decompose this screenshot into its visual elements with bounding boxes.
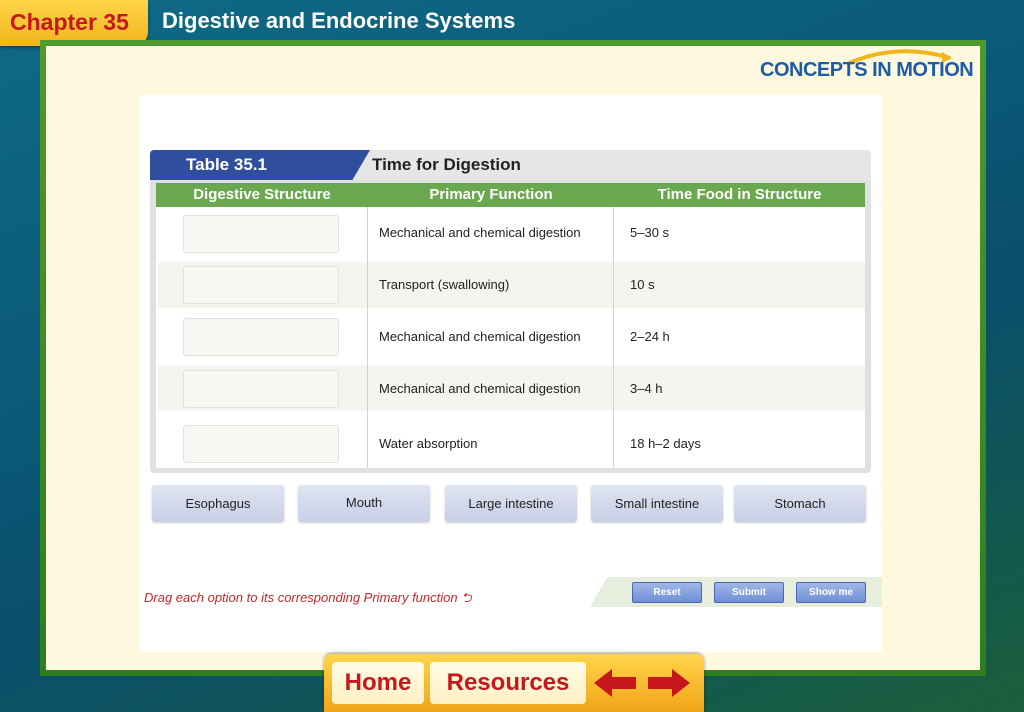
show-me-button[interactable]: Show me	[796, 582, 866, 603]
table-number-tab: Table 35.1	[150, 150, 370, 180]
drop-slot-2[interactable]	[183, 266, 339, 304]
option-mouth[interactable]: Mouth	[298, 485, 430, 522]
drop-slot-1[interactable]	[183, 215, 339, 253]
instruction-label: Drag each option to its corresponding Pr…	[144, 590, 458, 605]
table-cell-time: 2–24 h	[630, 329, 670, 344]
table-cell-function: Mechanical and chemical digestion	[379, 329, 581, 344]
logo-text: CONCEPTS IN MOTION	[760, 59, 974, 81]
forward-arrow-icon[interactable]	[646, 666, 692, 700]
submit-button[interactable]: Submit	[714, 582, 784, 603]
chapter-label: Chapter 35	[10, 9, 129, 35]
table-cell-function: Mechanical and chemical digestion	[379, 381, 581, 396]
page-title: Digestive and Endocrine Systems	[162, 8, 516, 33]
table-number: Table 35.1	[186, 155, 267, 174]
column-header-time: Time Food in Structure	[614, 183, 865, 207]
table-cell-time: 3–4 h	[630, 381, 663, 396]
table-cell-function: Mechanical and chemical digestion	[379, 225, 581, 240]
instruction-text: Drag each option to its corresponding Pr…	[144, 589, 472, 611]
option-stomach[interactable]: Stomach	[734, 485, 866, 522]
table-cell-time: 5–30 s	[630, 225, 670, 240]
return-arrow-icon: ⮌	[461, 590, 472, 605]
drop-slot-3[interactable]	[183, 318, 339, 356]
resources-button[interactable]: Resources	[430, 662, 586, 704]
back-arrow-icon[interactable]	[592, 666, 638, 700]
table-cell-function: Water absorption	[379, 436, 478, 451]
drop-slot-5[interactable]	[183, 425, 339, 463]
home-button[interactable]: Home	[332, 662, 424, 704]
drop-slot-4[interactable]	[183, 370, 339, 408]
table-title: Time for Digestion	[372, 155, 521, 174]
concepts-in-motion-logo: CONCEPTS IN MOTION	[760, 56, 974, 82]
table-cell-time: 18 h–2 days	[630, 436, 701, 451]
option-esophagus[interactable]: Esophagus	[152, 485, 284, 522]
table-cell-time: 10 s	[630, 277, 655, 292]
table-cell-function: Transport (swallowing)	[379, 277, 510, 292]
reset-button[interactable]: Reset	[632, 582, 702, 603]
column-divider	[367, 207, 368, 468]
column-divider	[613, 207, 614, 468]
option-large-intestine[interactable]: Large intestine	[445, 485, 577, 522]
column-header-function: Primary Function	[368, 183, 614, 207]
option-small-intestine[interactable]: Small intestine	[591, 485, 723, 522]
column-header-structure: Digestive Structure	[156, 183, 368, 207]
